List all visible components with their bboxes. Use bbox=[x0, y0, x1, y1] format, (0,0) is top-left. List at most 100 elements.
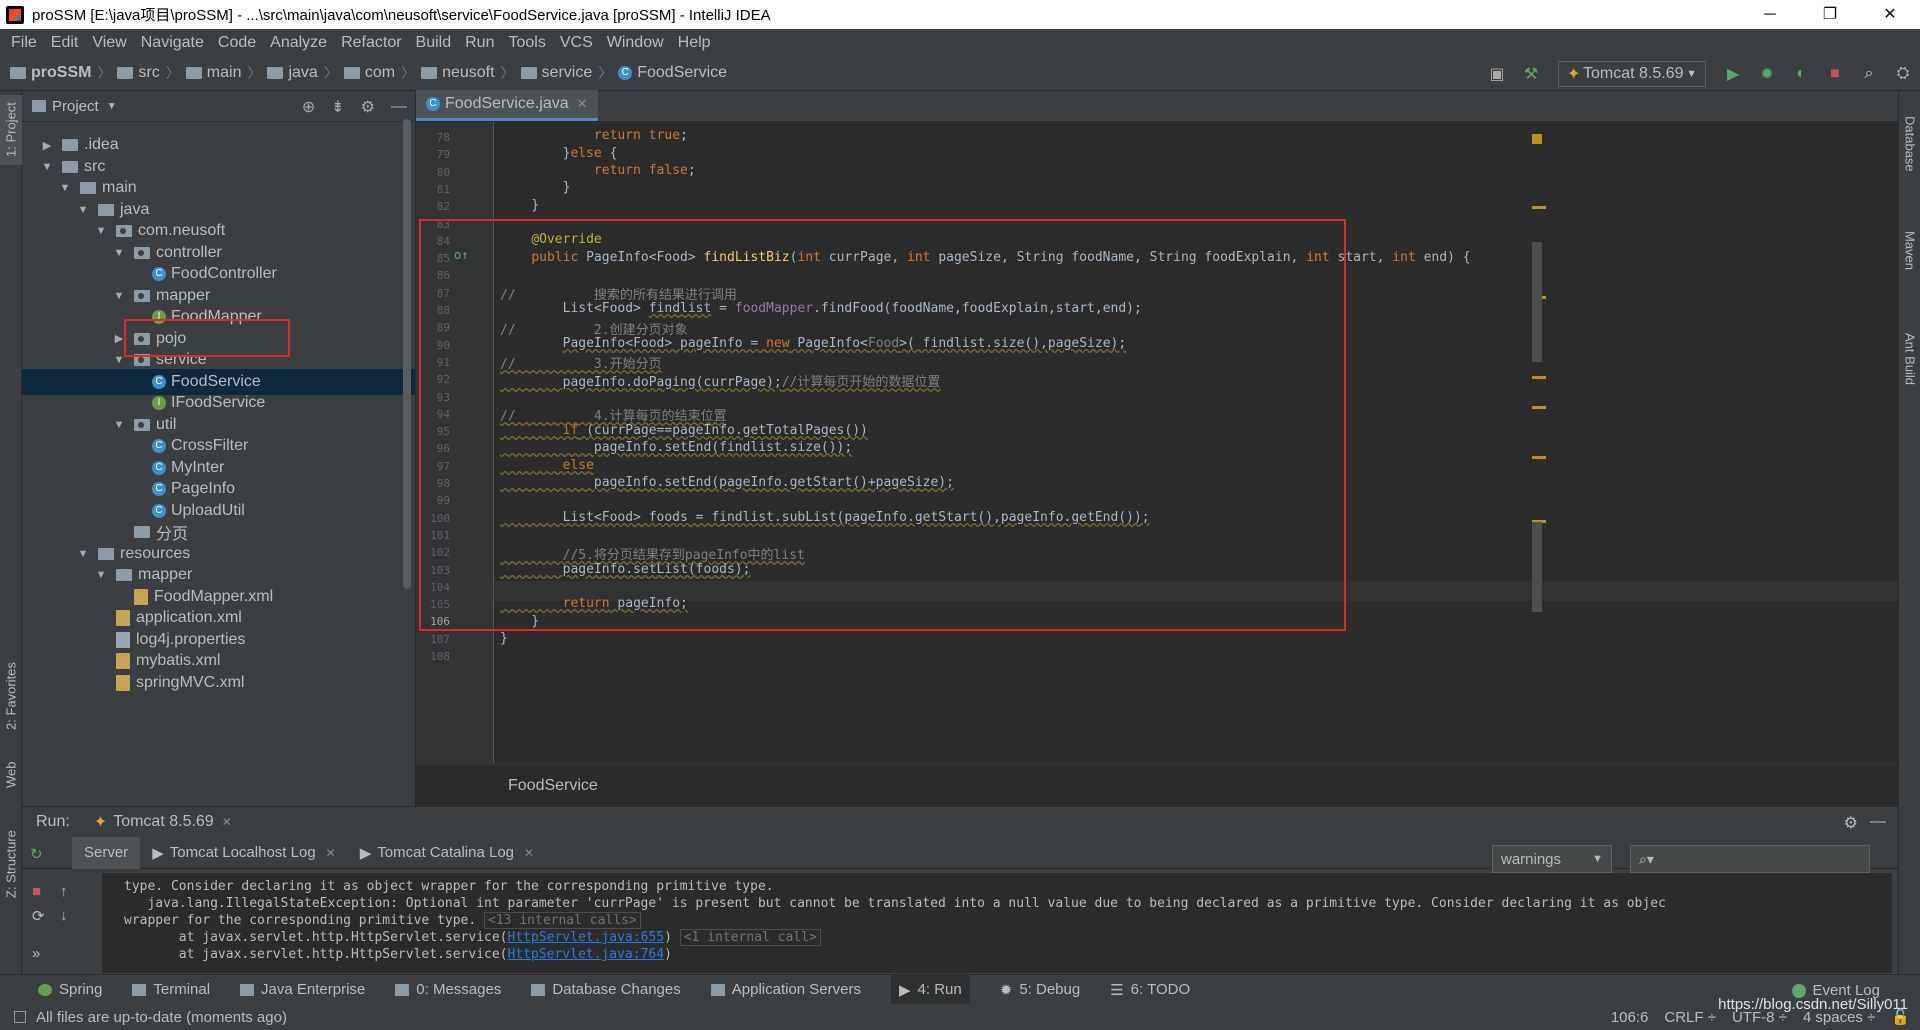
breadcrumb-project[interactable]: proSSM bbox=[31, 64, 91, 82]
tool-tab-maven[interactable]: Maven bbox=[1899, 211, 1920, 291]
menu-edit[interactable]: Edit bbox=[44, 34, 86, 52]
close-tab-icon[interactable]: ✕ bbox=[222, 815, 232, 829]
editor-scrollbar-thumb[interactable] bbox=[1532, 522, 1542, 612]
editor-tab-foodservice[interactable]: C FoodService.java ✕ bbox=[416, 90, 598, 121]
editor-breadcrumb-class[interactable]: FoodService bbox=[508, 777, 598, 795]
hide-icon[interactable]: — bbox=[391, 98, 407, 116]
search-icon[interactable]: ⌕ bbox=[1858, 63, 1880, 85]
run-configuration-select[interactable]: ✦ Tomcat 8.5.69 ▼ bbox=[1558, 60, 1706, 87]
breadcrumb-main[interactable]: main bbox=[207, 64, 242, 82]
tool-tab-database-changes[interactable]: Database Changes bbox=[531, 981, 681, 998]
gear-icon[interactable]: ⚙ bbox=[361, 97, 375, 117]
line-separator[interactable]: CRLF ÷ bbox=[1664, 1009, 1716, 1026]
locate-icon[interactable]: ⊕ bbox=[302, 97, 315, 117]
tree-item[interactable]: springMVC.xml bbox=[22, 670, 415, 696]
more-icon[interactable]: » bbox=[32, 945, 40, 962]
tool-tab-terminal[interactable]: Terminal bbox=[132, 981, 210, 998]
project-structure-icon[interactable]: ▣ bbox=[1486, 63, 1508, 85]
console-output[interactable]: type. Consider declaring it as object wr… bbox=[102, 873, 1892, 973]
menu-help[interactable]: Help bbox=[671, 34, 718, 52]
project-panel-title[interactable]: Project bbox=[52, 98, 99, 115]
menu-build[interactable]: Build bbox=[409, 34, 459, 52]
close-tab-icon[interactable]: ✕ bbox=[577, 96, 588, 112]
tool-tab-project[interactable]: 1: Project bbox=[0, 95, 22, 165]
menu-tools[interactable]: Tools bbox=[501, 34, 552, 52]
run-config-tab[interactable]: ✦ Tomcat 8.5.69 ✕ bbox=[94, 812, 232, 832]
menu-navigate[interactable]: Navigate bbox=[134, 34, 211, 52]
chevron-down-icon[interactable]: ▼ bbox=[112, 247, 126, 259]
chevron-down-icon[interactable]: ▼ bbox=[76, 204, 90, 216]
tool-tab-todo[interactable]: ☰ 6: TODO bbox=[1110, 981, 1190, 999]
tool-tab-run[interactable]: ▶ 4: Run bbox=[890, 974, 970, 1005]
up-arrow-icon[interactable]: ↑ bbox=[60, 883, 68, 900]
caret-position[interactable]: 106:6 bbox=[1611, 1009, 1649, 1026]
chevron-down-icon[interactable]: ▼ bbox=[76, 548, 90, 560]
tab-catalina-log[interactable]: ▶ Tomcat Catalina Log ✕ bbox=[348, 837, 546, 869]
stop-icon[interactable]: ■ bbox=[1824, 63, 1846, 85]
close-button[interactable]: ✕ bbox=[1860, 0, 1920, 29]
run-icon[interactable]: ▶ bbox=[1722, 63, 1744, 85]
fold-marker[interactable]: <1 internal call> bbox=[679, 929, 821, 946]
breadcrumb-foodservice[interactable]: FoodService bbox=[637, 64, 727, 82]
stop-icon[interactable]: ■ bbox=[32, 883, 41, 900]
stacktrace-link[interactable]: HttpServlet.java:764 bbox=[508, 947, 665, 962]
warning-marker[interactable] bbox=[1532, 134, 1542, 144]
tool-tab-favorites[interactable]: 2: Favorites bbox=[0, 651, 22, 741]
gear-icon[interactable]: ⚙ bbox=[1844, 813, 1858, 833]
warning-stripe[interactable] bbox=[1532, 456, 1546, 459]
tool-tab-spring[interactable]: Spring bbox=[38, 981, 102, 998]
menu-vcs[interactable]: VCS bbox=[553, 34, 600, 52]
vcs-icon[interactable]: ⛭ bbox=[1892, 63, 1914, 85]
tool-tab-application-servers[interactable]: Application Servers bbox=[710, 981, 861, 998]
menu-file[interactable]: File bbox=[4, 34, 44, 52]
rerun-icon[interactable]: ↻ bbox=[30, 845, 43, 863]
chevron-down-icon[interactable]: ▼ bbox=[94, 225, 108, 237]
tool-tab-ant-build[interactable]: Ant Build bbox=[1899, 309, 1920, 409]
menu-analyze[interactable]: Analyze bbox=[263, 34, 334, 52]
code-editor[interactable]: 78 79 80 81 82 83 84 85 86 87 88 89 90 91 92 93 94 95 96 97… bbox=[416, 122, 1898, 764]
chevron-down-icon[interactable]: ▼ bbox=[40, 161, 54, 173]
tool-tab-structure[interactable]: Z: Structure bbox=[0, 819, 22, 909]
chevron-down-icon[interactable]: ▼ bbox=[107, 101, 117, 112]
chevron-down-icon[interactable]: ▼ bbox=[112, 419, 126, 431]
chevron-down-icon[interactable]: ▼ bbox=[58, 182, 72, 194]
restore-icon[interactable]: ⟳ bbox=[32, 907, 45, 925]
editor-scrollbar[interactable] bbox=[1532, 242, 1542, 362]
menu-view[interactable]: View bbox=[85, 34, 133, 52]
warning-stripe[interactable] bbox=[1532, 376, 1546, 379]
warning-stripe[interactable] bbox=[1532, 406, 1546, 409]
chevron-down-icon[interactable]: ▼ bbox=[112, 290, 126, 302]
tree-scrollbar[interactable] bbox=[403, 119, 411, 589]
tool-tab-java-enterprise[interactable]: Java Enterprise bbox=[240, 981, 365, 998]
hide-icon[interactable]: — bbox=[1870, 813, 1886, 831]
coverage-icon[interactable]: ◐ bbox=[1790, 63, 1812, 85]
maximize-button[interactable]: ❐ bbox=[1800, 0, 1860, 29]
fold-marker[interactable]: <13 internal calls> bbox=[484, 912, 641, 929]
breadcrumb-java[interactable]: java bbox=[288, 64, 317, 82]
breadcrumb-service[interactable]: service bbox=[542, 64, 593, 82]
status-square-icon[interactable] bbox=[14, 1011, 26, 1023]
breadcrumb-src[interactable]: src bbox=[138, 64, 159, 82]
chevron-right-icon[interactable]: ▶ bbox=[40, 139, 54, 152]
stacktrace-link[interactable]: HttpServlet.java:655 bbox=[508, 930, 665, 945]
log-level-filter[interactable]: warnings ▼ bbox=[1492, 845, 1612, 873]
menu-refactor[interactable]: Refactor bbox=[334, 34, 408, 52]
chevron-down-icon[interactable]: ▼ bbox=[94, 569, 108, 581]
console-search-input[interactable]: ⌕▾ bbox=[1630, 845, 1870, 873]
tool-tab-web[interactable]: Web bbox=[0, 751, 22, 799]
menu-run[interactable]: Run bbox=[458, 34, 501, 52]
build-hammer-icon[interactable]: ⚒ bbox=[1520, 63, 1542, 85]
menu-code[interactable]: Code bbox=[211, 34, 263, 52]
minimize-button[interactable]: ─ bbox=[1740, 0, 1800, 29]
tool-tab-messages[interactable]: 0: Messages bbox=[395, 981, 501, 998]
warning-stripe[interactable] bbox=[1532, 206, 1546, 209]
debug-icon[interactable]: ✹ bbox=[1756, 63, 1778, 85]
tab-localhost-log[interactable]: ▶ Tomcat Localhost Log ✕ bbox=[140, 837, 348, 869]
menu-window[interactable]: Window bbox=[600, 34, 671, 52]
breadcrumb-com[interactable]: com bbox=[365, 64, 395, 82]
breadcrumb-neusoft[interactable]: neusoft bbox=[442, 64, 494, 82]
collapse-all-icon[interactable]: ⇟ bbox=[331, 97, 344, 117]
tool-tab-database[interactable]: Database bbox=[1899, 99, 1920, 189]
tab-server[interactable]: Server bbox=[72, 836, 141, 869]
tool-tab-debug[interactable]: ✹ 5: Debug bbox=[1000, 981, 1080, 999]
